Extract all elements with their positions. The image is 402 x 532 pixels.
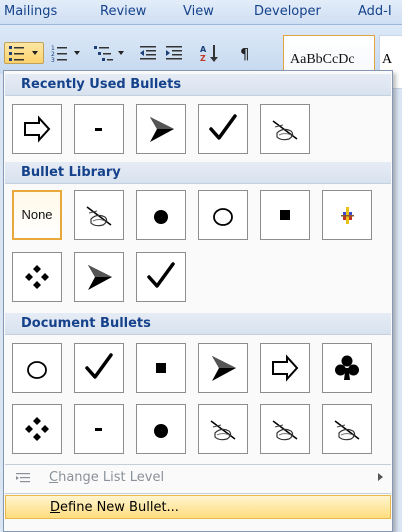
- bullet-option-four-diamonds[interactable]: [12, 404, 62, 454]
- hollow-circle-icon: [27, 361, 47, 379]
- style-sample-text: AaBbCcDc: [290, 52, 355, 67]
- bullet-option-filled-square[interactable]: [136, 343, 186, 393]
- outline-arrow-icon: [272, 354, 299, 382]
- numbering-button[interactable]: 1 2 3: [48, 42, 86, 64]
- tab-add-ins[interactable]: Add-I: [358, 4, 392, 19]
- bullet-option-dash[interactable]: [74, 104, 124, 154]
- arrowhead-icon: [88, 265, 112, 290]
- numbering-icon: 1 2 3: [51, 45, 80, 63]
- section-title: Bullet Library: [21, 165, 121, 180]
- bullets-button[interactable]: [4, 42, 44, 64]
- bullet-option-shadow-bullet[interactable]: [260, 104, 310, 154]
- sort-az-icon: A Z: [200, 45, 218, 63]
- decrease-indent-button[interactable]: [136, 42, 160, 64]
- bullet-option-checkmark[interactable]: [198, 104, 248, 154]
- bullet-option-filled-square[interactable]: [260, 190, 310, 240]
- section-document-bullets: Document Bullets: [5, 313, 391, 335]
- section-title: Document Bullets: [21, 316, 151, 331]
- checkmark-icon: [85, 353, 113, 379]
- sort-button[interactable]: A Z: [196, 42, 224, 64]
- shadow-bullet-icon: [86, 206, 112, 227]
- filled-square-icon: [156, 363, 166, 373]
- shadow-bullet-icon: [272, 120, 298, 141]
- change-list-level-item[interactable]: Change List Level: [5, 466, 391, 490]
- bullet-option-arrowhead[interactable]: [74, 252, 124, 302]
- filled-circle-icon: [154, 210, 168, 224]
- bullet-option-color-picture[interactable]: [322, 190, 372, 240]
- list-level-icon: [16, 473, 30, 483]
- checkmark-icon: [147, 262, 175, 288]
- bullet-option-hollow-circle[interactable]: [198, 190, 248, 240]
- shadow-bullet-icon: [334, 420, 360, 441]
- bullet-option-filled-circle[interactable]: [136, 404, 186, 454]
- shadow-bullet-icon: [272, 420, 298, 441]
- submenu-arrow-icon: [378, 473, 383, 481]
- define-new-bullet-item[interactable]: Define New Bullet...: [5, 495, 391, 519]
- bullet-option-filled-circle[interactable]: [136, 190, 186, 240]
- svg-text:Z: Z: [200, 54, 206, 63]
- filled-circle-icon: [154, 424, 168, 438]
- increase-indent-icon: [166, 46, 182, 60]
- dash-icon: [95, 128, 102, 131]
- multilevel-list-icon: [94, 46, 124, 61]
- shadow-bullet-icon: [210, 420, 236, 441]
- bullet-option-outline-arrow[interactable]: [260, 343, 310, 393]
- bullet-option-checkmark[interactable]: [136, 252, 186, 302]
- show-hide-button[interactable]: ¶: [234, 42, 258, 64]
- bullet-none-option[interactable]: None: [12, 190, 62, 240]
- decrease-indent-icon: [140, 46, 156, 60]
- bullet-option-dash[interactable]: [74, 404, 124, 454]
- bullet-option-arrowhead[interactable]: [136, 104, 186, 154]
- club-icon: [335, 355, 359, 380]
- bullet-option-shadow-bullet[interactable]: [260, 404, 310, 454]
- arrowhead-icon: [150, 117, 174, 142]
- bullet-option-shadow-bullet[interactable]: [322, 404, 372, 454]
- checkmark-icon: [209, 114, 237, 140]
- svg-text:3: 3: [51, 57, 55, 63]
- bullet-option-checkmark[interactable]: [74, 343, 124, 393]
- bullet-option-arrowhead[interactable]: [198, 343, 248, 393]
- bullet-option-club[interactable]: [322, 343, 372, 393]
- tab-view[interactable]: View: [183, 4, 214, 19]
- color-picture-icon: [341, 207, 354, 224]
- svg-text:A: A: [200, 45, 207, 54]
- section-bullet-library: Bullet Library: [5, 162, 391, 184]
- change-list-level-label: Change List Level: [49, 470, 165, 485]
- increase-indent-button[interactable]: [162, 42, 186, 64]
- section-title: Recently Used Bullets: [21, 77, 182, 92]
- filled-square-icon: [280, 210, 290, 220]
- tab-developer[interactable]: Developer: [254, 4, 321, 19]
- outline-arrow-icon: [24, 115, 51, 143]
- define-new-bullet-label: Define New Bullet...: [50, 500, 179, 515]
- bullet-option-shadow-bullet[interactable]: [74, 190, 124, 240]
- multilevel-list-button[interactable]: [90, 42, 130, 64]
- menu-separator: [5, 464, 391, 465]
- four-diamonds-icon: [25, 265, 49, 289]
- style-sample-text-2: A: [382, 52, 393, 67]
- tab-review[interactable]: Review: [100, 4, 146, 19]
- menu-separator: [5, 493, 391, 494]
- svg-text:¶: ¶: [240, 45, 250, 63]
- bullets-dropdown-menu: Recently Used Bullets Bullet Library Non…: [3, 70, 393, 532]
- dash-icon: [95, 428, 102, 431]
- ribbon-paragraph-group: 1 2 3 A Z ¶ AaBbCcDc A: [0, 24, 402, 89]
- bullets-icon: [9, 46, 38, 61]
- four-diamonds-icon: [25, 417, 49, 441]
- none-label: None: [21, 207, 53, 222]
- section-recently-used: Recently Used Bullets: [5, 74, 391, 96]
- pilcrow-icon: ¶: [240, 45, 250, 63]
- hollow-circle-icon: [213, 208, 233, 226]
- arrowhead-icon: [212, 356, 236, 381]
- bullet-option-outline-arrow[interactable]: [12, 104, 62, 154]
- bullet-option-four-diamonds[interactable]: [12, 252, 62, 302]
- bullet-option-hollow-circle[interactable]: [12, 343, 62, 393]
- bullet-option-shadow-bullet[interactable]: [198, 404, 248, 454]
- tab-mailings[interactable]: Mailings: [4, 4, 57, 19]
- ribbon-tab-bar: Mailings Review View Developer Add-I: [0, 0, 402, 24]
